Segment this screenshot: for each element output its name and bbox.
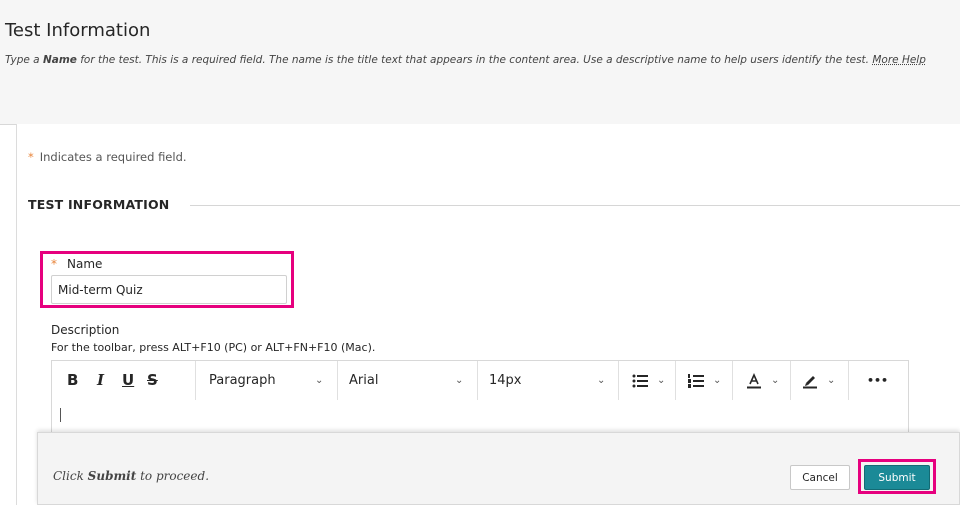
chevron-down-icon[interactable]: ⌄ — [455, 361, 463, 400]
chevron-down-icon[interactable]: ⌄ — [827, 361, 835, 400]
strikethrough-icon[interactable]: S — [147, 361, 158, 400]
required-note: * Indicates a required field. — [28, 150, 187, 164]
more-help-link[interactable]: More Help — [872, 54, 926, 66]
description-editor[interactable] — [51, 400, 909, 434]
submit-hint: Click Submit to proceed. — [53, 469, 210, 483]
required-star-icon: * — [28, 150, 34, 164]
numbered-list-icon[interactable] — [688, 361, 704, 400]
bullet-list-icon[interactable] — [632, 361, 648, 400]
toolbar-divider — [477, 361, 478, 400]
name-label: * Name — [51, 257, 103, 271]
toolbar-divider — [337, 361, 338, 400]
highlight-icon[interactable] — [802, 361, 818, 400]
description-label: Description — [51, 323, 120, 337]
bold-icon[interactable]: B — [67, 361, 78, 400]
name-input[interactable] — [51, 275, 287, 304]
editor-toolbar: B I U S Paragraph ⌄ Arial ⌄ 14px ⌄ ⌄ ⌄ ⌄ — [51, 360, 909, 401]
header-description: Type a Name for the test. This is a requ… — [5, 54, 926, 66]
toolbar-divider — [618, 361, 619, 400]
text-cursor — [60, 408, 61, 422]
font-size-select[interactable]: 14px — [489, 361, 522, 400]
toolbar-divider — [848, 361, 849, 400]
section-title: TEST INFORMATION — [28, 197, 170, 212]
chevron-down-icon[interactable]: ⌄ — [597, 361, 605, 400]
page-title: Test Information — [5, 20, 151, 41]
paragraph-select[interactable]: Paragraph — [209, 361, 276, 400]
toolbar-divider — [195, 361, 196, 400]
toolbar-divider — [732, 361, 733, 400]
toolbar-hint: For the toolbar, press ALT+F10 (PC) or A… — [51, 341, 376, 354]
section-divider — [190, 205, 960, 206]
font-select[interactable]: Arial — [349, 361, 378, 400]
submit-button[interactable]: Submit — [864, 465, 930, 490]
cancel-button[interactable]: Cancel — [790, 465, 850, 490]
chevron-down-icon[interactable]: ⌄ — [657, 361, 665, 400]
toolbar-divider — [790, 361, 791, 400]
chevron-down-icon[interactable]: ⌄ — [713, 361, 721, 400]
required-star-icon: * — [51, 257, 57, 271]
toolbar-divider — [675, 361, 676, 400]
page-header: Test Information Type a Name for the tes… — [0, 0, 960, 125]
underline-icon[interactable]: U — [122, 361, 134, 400]
text-color-icon[interactable] — [746, 361, 762, 400]
chevron-down-icon[interactable]: ⌄ — [771, 361, 779, 400]
chevron-down-icon[interactable]: ⌄ — [315, 361, 323, 400]
italic-icon[interactable]: I — [97, 361, 104, 400]
more-icon[interactable]: ••• — [867, 361, 888, 400]
